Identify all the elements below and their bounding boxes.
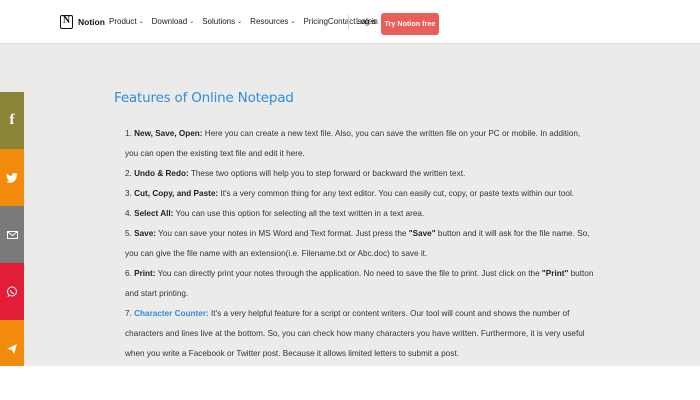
nav-pricing[interactable]: Pricing (303, 17, 327, 26)
brand[interactable]: N Notion (60, 15, 105, 29)
feature-term: Print: (134, 269, 156, 278)
features-list: 1. New, Save, Open: Here you can create … (125, 124, 594, 364)
feature-text: You can directly print your notes throug… (155, 269, 542, 278)
nav-download-label: Download (151, 17, 188, 26)
nav-resources[interactable]: Resources ⌄ (250, 17, 295, 26)
feature-term: Cut, Copy, and Paste: (134, 189, 219, 198)
feature-number: 7. (125, 309, 132, 318)
try-notion-free-button[interactable]: Try Notion free (381, 13, 439, 35)
feature-term: Undo & Redo: (134, 169, 189, 178)
feature-term: Save: (134, 229, 156, 238)
login-link[interactable]: Log in (356, 17, 378, 26)
facebook-share-button[interactable]: f (0, 92, 24, 149)
feature-item: 5. Save: You can save your notes in MS W… (125, 224, 594, 264)
character-counter-link[interactable]: Character Counter: (134, 309, 209, 318)
top-navbar: N Notion Product ⌄ Download ⌄ Solutions ⌄ R… (0, 0, 700, 44)
section-heading: Features of Online Notepad (114, 90, 294, 106)
chevron-down-icon: ⌄ (138, 19, 144, 25)
feature-item: 6. Print: You can directly print your no… (125, 264, 594, 304)
feature-number: 6. (125, 269, 132, 278)
nav-product[interactable]: Product ⌄ (109, 17, 144, 26)
twitter-icon (6, 172, 18, 183)
share-icon (7, 343, 17, 354)
bottom-white-band (0, 366, 700, 400)
main-content: Features of Online Notepad 1. New, Save,… (114, 90, 594, 364)
feature-item: 7. Character Counter: It's a very helpfu… (125, 304, 594, 364)
nav-solutions-label: Solutions (202, 17, 236, 26)
feature-number: 3. (125, 189, 132, 198)
feature-item: 3. Cut, Copy, and Paste: It's a very com… (125, 184, 594, 204)
nav-links: Product ⌄ Download ⌄ Solutions ⌄ Resources ⌄… (109, 17, 376, 26)
whatsapp-icon (7, 286, 17, 297)
feature-emphasis: "Print" (541, 269, 569, 278)
email-share-button[interactable] (0, 206, 24, 263)
chevron-down-icon: ⌄ (189, 19, 195, 25)
facebook-icon: f (9, 112, 15, 128)
chevron-down-icon: ⌄ (290, 19, 296, 25)
notion-logo-icon: N (60, 15, 73, 29)
feature-text: These two options will help you to step … (188, 169, 466, 178)
nav-product-label: Product (109, 17, 137, 26)
social-share-bar: f (0, 92, 24, 377)
feature-text: You can save your notes in MS Word and T… (155, 229, 409, 238)
feature-term: New, Save, Open: (134, 129, 203, 138)
feature-item: 2. Undo & Redo: These two options will h… (125, 164, 594, 184)
nav-resources-label: Resources (250, 17, 289, 26)
chevron-down-icon: ⌄ (237, 19, 243, 25)
feature-number: 2. (125, 169, 132, 178)
feature-text: You can use this option for selecting al… (173, 209, 425, 218)
whatsapp-share-button[interactable] (0, 263, 24, 320)
feature-number: 1. (125, 129, 132, 138)
envelope-icon (6, 230, 18, 239)
feature-item: 4. Select All: You can use this option f… (125, 204, 594, 224)
feature-term: Select All: (134, 209, 174, 218)
feature-item: 1. New, Save, Open: Here you can create … (125, 124, 594, 164)
twitter-share-button[interactable] (0, 149, 24, 206)
feature-number: 4. (125, 209, 132, 218)
brand-name: Notion (78, 17, 105, 27)
feature-emphasis: "Save" (408, 229, 436, 238)
nav-solutions[interactable]: Solutions ⌄ (202, 17, 242, 26)
feature-text: It's a very common thing for any text ed… (218, 189, 575, 198)
nav-pricing-label: Pricing (303, 17, 328, 26)
nav-divider (348, 15, 349, 29)
feature-number: 5. (125, 229, 132, 238)
nav-download[interactable]: Download ⌄ (152, 17, 195, 26)
